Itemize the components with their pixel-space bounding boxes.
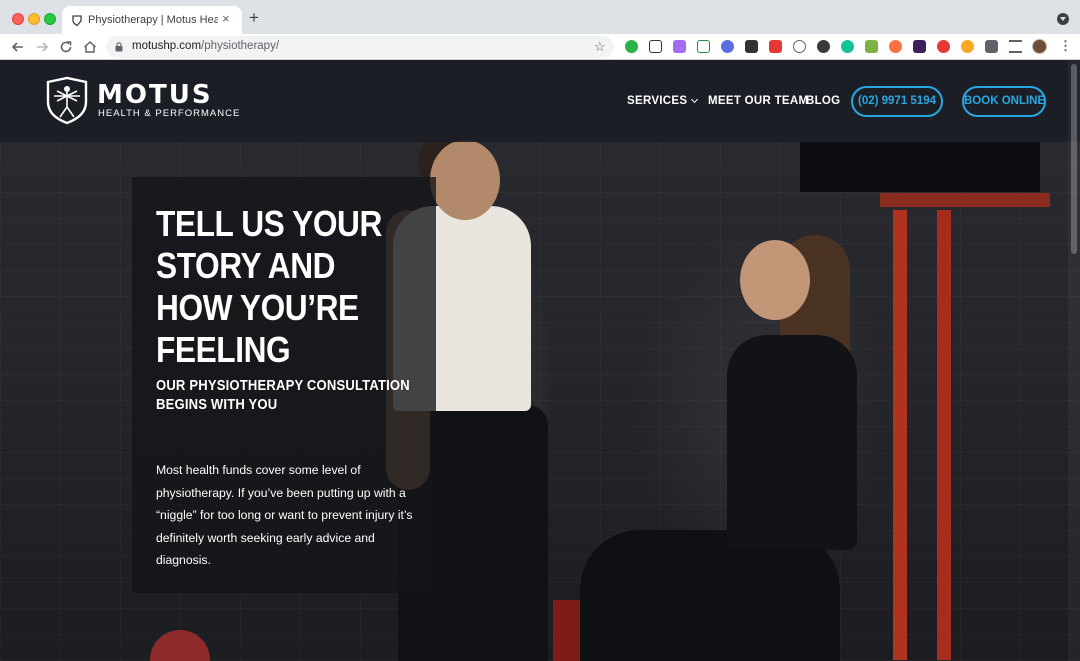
- tab-close-icon[interactable]: ×: [222, 12, 230, 26]
- move-extension-icon[interactable]: [793, 40, 806, 53]
- extension-k-icon[interactable]: [817, 40, 830, 53]
- url-path: /physiotherapy/: [201, 40, 280, 52]
- hero-rack-post-right: [937, 210, 951, 660]
- extension-purple-square-icon[interactable]: [913, 40, 926, 53]
- browser-tab-strip: Physiotherapy | Motus Health & Performan…: [0, 0, 1080, 34]
- tab-search-icon[interactable]: [1057, 13, 1069, 25]
- extension-green-tray-icon[interactable]: [865, 40, 878, 53]
- bookmark-star-icon[interactable]: ☆: [594, 39, 606, 55]
- site-header: MOTUS HEALTH & PERFORMANCE SERVICES MEET…: [0, 60, 1080, 142]
- hero-title: TELL US YOUR STORY AND HOW YOU’RE FEELIN…: [156, 203, 394, 371]
- hero-card: TELL US YOUR STORY AND HOW YOU’RE FEELIN…: [132, 177, 436, 593]
- profile-avatar[interactable]: [1032, 39, 1047, 54]
- hero-subtitle: OUR PHYSIOTHERAPY CONSULTATION BEGINS WI…: [156, 377, 426, 415]
- hero-body-text: Most health funds cover some level of ph…: [156, 463, 413, 567]
- hero-subtitle-line: BEGINS WITH YOU: [156, 397, 278, 413]
- nav-blog[interactable]: BLOG: [806, 95, 840, 108]
- adblock-plus-extension-icon[interactable]: [937, 40, 950, 53]
- extension-sun-icon[interactable]: [961, 40, 974, 53]
- kneeling-physio-body: [727, 335, 857, 550]
- reload-icon[interactable]: [57, 38, 75, 56]
- nav-services-label: SERVICES: [627, 95, 688, 107]
- extension-orange-icon[interactable]: [889, 40, 902, 53]
- browser-menu-icon[interactable]: ⋮: [1059, 38, 1072, 54]
- url-host: motushp.com: [132, 40, 202, 52]
- extension-dark-icon[interactable]: [745, 40, 758, 53]
- address-bar[interactable]: motushp.com/physiotherapy/ ☆: [106, 36, 614, 58]
- window-minimize-button[interactable]: [28, 13, 40, 25]
- back-arrow-icon[interactable]: [9, 38, 27, 56]
- tab-title: Physiotherapy | Motus Health & Performan…: [88, 14, 218, 26]
- window-zoom-button[interactable]: [44, 13, 56, 25]
- builtwith-extension-icon[interactable]: [697, 40, 710, 53]
- hero-title-line: FEELING: [156, 329, 291, 370]
- chevron-down-icon: [691, 95, 699, 104]
- hero-scoreboard-shape: [800, 142, 1040, 192]
- window-close-button[interactable]: [12, 13, 24, 25]
- phone-button[interactable]: (02) 9971 5194: [851, 86, 943, 117]
- color-picker-extension-icon[interactable]: [721, 40, 734, 53]
- hero-title-line: TELL US YOUR: [156, 203, 382, 244]
- extension-purple-icon[interactable]: [673, 40, 686, 53]
- forward-arrow-icon[interactable]: [33, 38, 51, 56]
- motus-shield-logo-icon[interactable]: [45, 76, 89, 125]
- standing-woman-head: [430, 140, 500, 220]
- hero-rack-post-left: [893, 210, 907, 660]
- grammarly-extension-icon[interactable]: [841, 40, 854, 53]
- logo-wordmark[interactable]: MOTUS: [97, 82, 213, 108]
- page-viewport: MOTUS HEALTH & PERFORMANCE SERVICES MEET…: [0, 60, 1080, 661]
- home-icon[interactable]: [81, 38, 99, 56]
- reading-list-icon[interactable]: [1009, 40, 1022, 53]
- page-scrollbar[interactable]: [1068, 60, 1080, 661]
- extensions-puzzle-icon[interactable]: [985, 40, 998, 53]
- kneeling-physio-head: [740, 240, 810, 320]
- hero-rack-crossbar: [880, 193, 1050, 207]
- browser-tab-active[interactable]: Physiotherapy | Motus Health & Performan…: [62, 6, 242, 34]
- nav-services[interactable]: SERVICES: [627, 95, 699, 108]
- nav-meet-our-team[interactable]: MEET OUR TEAM: [708, 95, 808, 108]
- book-online-button[interactable]: BOOK ONLINE: [962, 86, 1046, 117]
- browser-toolbar: motushp.com/physiotherapy/ ☆ ⋮: [0, 34, 1080, 60]
- evernote-extension-icon[interactable]: [625, 40, 638, 53]
- hero-title-line: HOW YOU’RE: [156, 287, 359, 328]
- hero-subtitle-line: OUR PHYSIOTHERAPY CONSULTATION: [156, 378, 410, 394]
- url-text[interactable]: motushp.com/physiotherapy/: [132, 40, 279, 52]
- logo-tagline: HEALTH & PERFORMANCE: [98, 108, 241, 119]
- lock-icon[interactable]: [115, 42, 123, 52]
- whatfont-extension-icon[interactable]: [649, 40, 662, 53]
- hero-title-line: STORY AND: [156, 245, 336, 286]
- extension-red-badge-icon[interactable]: [769, 40, 782, 53]
- scrollbar-thumb[interactable]: [1071, 64, 1077, 254]
- shield-favicon-icon: [72, 15, 82, 26]
- new-tab-button[interactable]: +: [249, 9, 259, 26]
